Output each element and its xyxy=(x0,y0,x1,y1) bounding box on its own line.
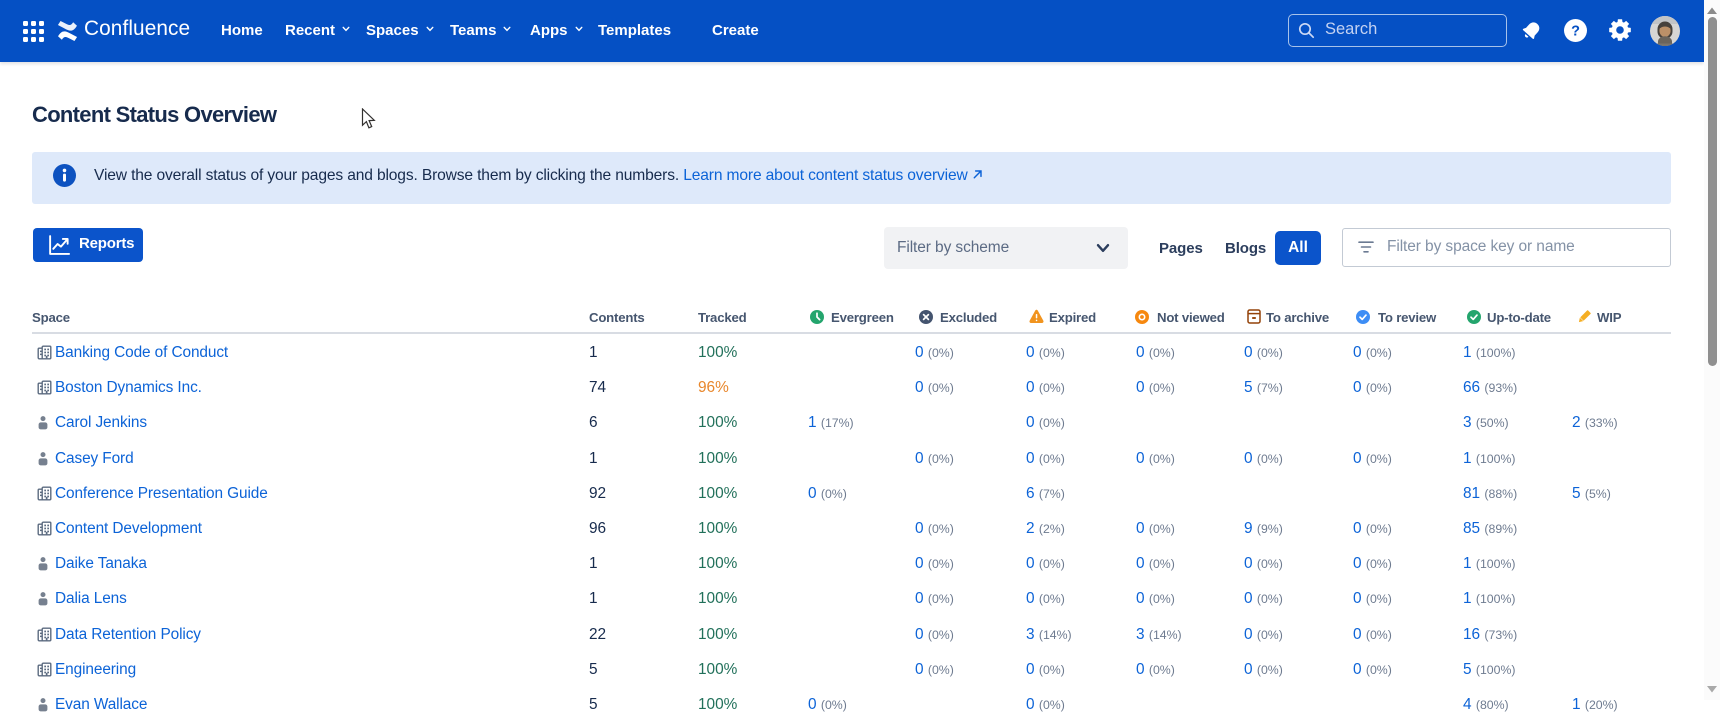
svg-text:?: ? xyxy=(1571,24,1580,40)
